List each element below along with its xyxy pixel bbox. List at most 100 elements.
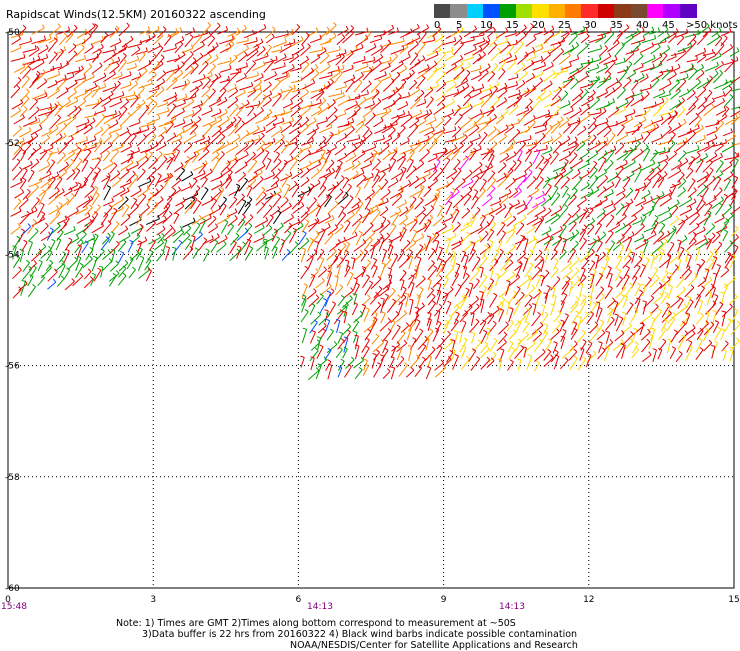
wind-barb-shaft	[659, 216, 672, 223]
wind-barb-flag	[270, 91, 272, 95]
wind-barb-shaft	[434, 106, 445, 114]
wind-barb-shaft	[264, 175, 274, 180]
wind-barb-flag	[293, 228, 297, 230]
wind-barb-flag	[457, 28, 459, 32]
wind-barb-flag	[577, 55, 578, 59]
wind-barb-flag	[631, 199, 633, 202]
wind-barb-shaft	[570, 45, 579, 52]
wind-barb-shaft	[572, 279, 580, 289]
wind-barb-flag	[17, 159, 20, 162]
wind-barb-shaft	[119, 236, 130, 243]
wind-barb-shaft	[508, 62, 516, 70]
wind-barb-flag	[393, 127, 396, 130]
wind-barb-flag	[31, 161, 33, 165]
wind-barb-shaft	[383, 81, 394, 91]
wind-barb-shaft	[381, 314, 386, 324]
wind-barb-shaft	[183, 69, 194, 79]
wind-barb-flag	[140, 256, 144, 258]
wind-barb-flag	[485, 231, 488, 234]
wind-barb-shaft	[166, 72, 174, 80]
wind-barb-flag	[502, 69, 505, 72]
wind-barb-shaft	[714, 73, 723, 83]
wind-barb-shaft	[20, 41, 32, 44]
wind-barb-flag	[661, 231, 664, 234]
wind-barb-flag	[712, 224, 715, 227]
wind-barb-flag	[430, 215, 433, 218]
wind-barb-flag	[730, 44, 732, 47]
wind-barb-shaft	[563, 146, 577, 152]
wind-barb-flag	[510, 260, 513, 263]
wind-barb-flag	[351, 258, 355, 259]
wind-barb-flag	[640, 53, 643, 56]
wind-barb-flag	[161, 135, 164, 138]
wind-barb-shaft	[713, 179, 720, 191]
wind-barb-shaft	[103, 201, 113, 205]
wind-barb-flag	[269, 225, 272, 228]
wind-barb-flag	[704, 135, 706, 139]
wind-barb-flag	[605, 175, 608, 178]
wind-barb-shaft	[685, 272, 692, 280]
wind-barb-shaft	[239, 55, 248, 62]
wind-barb-flag	[686, 138, 687, 142]
wind-barb-shaft	[253, 92, 262, 101]
wind-barb-flag	[632, 91, 634, 95]
wind-barb-flag	[403, 223, 406, 225]
wind-barb-flag	[488, 37, 490, 41]
wind-barb-shaft	[307, 128, 319, 135]
wind-barb-shaft	[496, 207, 506, 214]
wind-barb-flag	[257, 72, 258, 76]
wind-barb-shaft	[695, 139, 706, 143]
wind-barb-flag	[590, 284, 594, 285]
wind-barb-flag	[379, 286, 382, 289]
wind-barb-flag	[119, 111, 121, 115]
wind-barb-flag	[576, 241, 579, 244]
wind-barb-flag	[573, 221, 576, 224]
wind-barb-flag	[578, 170, 581, 173]
wind-barb-shaft	[381, 77, 391, 82]
wind-barb-flag	[343, 212, 346, 215]
wind-barb-flag	[131, 150, 134, 152]
wind-barb-shaft	[175, 64, 185, 73]
wind-barb-flag	[373, 258, 376, 260]
wind-barb-shaft	[202, 89, 210, 97]
wind-barb-shaft	[273, 213, 281, 224]
wind-barb-flag	[455, 145, 457, 148]
wind-barb-shaft	[679, 92, 689, 97]
wind-barb-flag	[729, 86, 732, 89]
wind-barb-flag	[441, 34, 443, 37]
wind-barb-flag	[366, 126, 369, 129]
wind-barb-flag	[545, 126, 546, 130]
wind-barb-flag	[374, 150, 378, 152]
wind-barb-flag	[351, 25, 354, 28]
wind-barb-shaft	[110, 29, 119, 38]
wind-barb-flag	[445, 277, 449, 279]
wind-barb-flag	[555, 152, 558, 154]
wind-barb-flag	[572, 107, 574, 111]
wind-barb-flag	[348, 96, 350, 100]
wind-barb-flag	[612, 298, 615, 301]
wind-barb-shaft	[586, 68, 599, 72]
wind-barb-flag	[515, 55, 516, 59]
wind-barb-shaft	[415, 237, 424, 242]
wind-barb-flag	[363, 175, 366, 178]
wind-barb-flag	[439, 304, 442, 307]
wind-barb-flag	[93, 118, 95, 122]
wind-barb-flag	[719, 27, 721, 30]
wind-barb-flag	[641, 217, 643, 221]
wind-barb-shaft	[723, 232, 728, 241]
wind-barb-flag	[242, 194, 245, 197]
wind-barb-flag	[669, 285, 673, 286]
wind-barb-flag	[314, 118, 316, 122]
wind-barb-shaft	[328, 50, 340, 53]
wind-barb-flag	[541, 70, 543, 74]
wind-barb-shaft	[696, 73, 704, 79]
wind-barb-flag	[92, 273, 96, 275]
wind-barb-shaft	[463, 58, 474, 61]
wind-barb-flag	[33, 58, 34, 62]
wind-barb-flag	[454, 82, 456, 85]
wind-barb-flag	[135, 174, 138, 177]
wind-barb-flag	[178, 187, 180, 190]
wind-barb-shaft	[415, 200, 424, 209]
wind-barb-flag	[447, 238, 451, 239]
wind-barb-flag	[509, 213, 512, 216]
